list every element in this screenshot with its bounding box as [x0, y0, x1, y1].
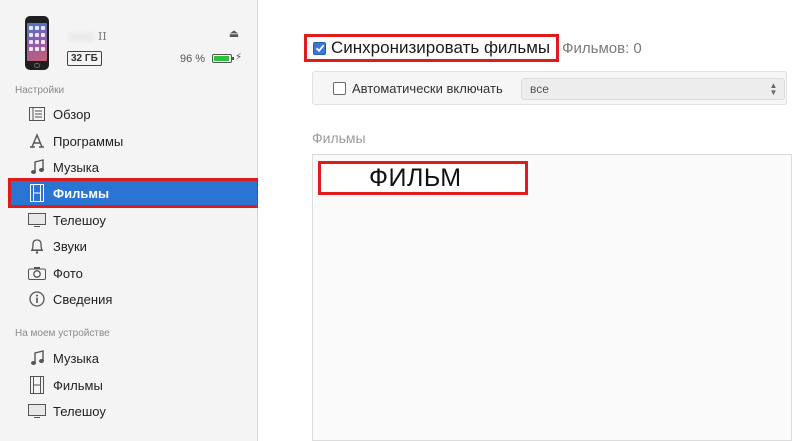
iphone-icon — [25, 16, 49, 70]
eject-icon[interactable]: ⏏ — [228, 28, 240, 40]
movie-count: Фильмов: 0 — [562, 39, 642, 57]
sidebar-item-label: Телешоу — [53, 403, 106, 419]
auto-include-checkbox[interactable] — [333, 82, 346, 95]
sidebar-item-movies[interactable]: Фильмы — [8, 178, 260, 208]
film-icon — [28, 376, 46, 394]
films-heading: Фильмы — [312, 130, 366, 146]
bell-icon — [28, 237, 46, 255]
sidebar-item-label: Телешоу — [53, 212, 106, 228]
sidebar-item-music[interactable]: Музыка — [10, 154, 258, 180]
settings-section-title: Настройки — [15, 85, 65, 96]
music-note-icon — [28, 158, 46, 176]
sidebar-item-label: Фото — [53, 265, 83, 281]
films-list[interactable]: ФИЛЬМ — [312, 154, 792, 441]
sidebar-item-label: Фильмы — [53, 377, 103, 393]
sidebar-item-label: Звуки — [53, 238, 87, 254]
updown-arrows-icon: ▲ ▼ — [769, 81, 778, 97]
sidebar-item-photos[interactable]: Фото — [10, 260, 258, 286]
sidebar-item-summary[interactable]: Обзор — [10, 101, 258, 127]
sidebar-item-label: Сведения — [53, 291, 113, 307]
device-header: II ⏏ 32 ГБ 96 % ⚡ — [0, 0, 258, 80]
info-icon — [28, 290, 46, 308]
film-entry[interactable]: ФИЛЬМ — [318, 161, 528, 195]
tv-icon — [28, 402, 46, 420]
battery-percent: 96 % — [180, 53, 206, 65]
auto-include-select[interactable]: все ▲ ▼ — [521, 78, 785, 100]
battery-icon — [212, 54, 234, 63]
sync-movies-label: Синхронизировать фильмы — [331, 38, 551, 57]
sync-movies-checkbox[interactable] — [313, 41, 326, 55]
movies-pane: Синхронизировать фильмы Фильмов: 0 Автом… — [258, 0, 795, 441]
sync-movies-toggle[interactable]: Синхронизировать фильмы — [304, 34, 560, 62]
sidebar-item-label: Фильмы — [53, 185, 110, 201]
sidebar-item-apps[interactable]: Программы — [10, 128, 258, 154]
auto-include-bar: Автоматически включать все ▲ ▼ — [312, 71, 787, 105]
checkmark-icon — [315, 44, 324, 53]
music-note-icon — [28, 349, 46, 367]
sidebar-item-tv-shows[interactable]: Телешоу — [10, 207, 258, 233]
apps-icon — [28, 132, 46, 150]
device-item-tv-shows[interactable]: Телешоу — [10, 398, 258, 424]
device-item-music[interactable]: Музыка — [10, 345, 258, 371]
sidebar: II ⏏ 32 ГБ 96 % ⚡ Настройки Обзор Програ… — [0, 0, 260, 441]
charging-bolt-icon: ⚡ — [235, 52, 243, 63]
sidebar-item-label: Музыка — [53, 159, 99, 175]
tv-icon — [28, 211, 46, 229]
summary-list-icon — [28, 105, 46, 123]
sync-row: Синхронизировать фильмы Фильмов: 0 — [304, 34, 642, 62]
auto-include-label: Автоматически включать — [352, 81, 503, 96]
capacity-badge: 32 ГБ — [67, 51, 102, 66]
sidebar-item-label: Программы — [53, 133, 124, 149]
sidebar-item-label: Обзор — [53, 106, 91, 122]
sidebar-item-info[interactable]: Сведения — [10, 286, 258, 312]
on-device-section-title: На моем устройстве — [15, 328, 110, 339]
camera-icon — [28, 264, 46, 282]
auto-include-value: все — [530, 82, 549, 96]
sidebar-item-label: Музыка — [53, 350, 99, 366]
auto-include-option[interactable]: Автоматически включать — [333, 81, 503, 96]
film-icon — [28, 184, 46, 202]
device-name[interactable]: II — [68, 30, 107, 43]
device-item-movies[interactable]: Фильмы — [10, 372, 258, 398]
sidebar-item-tones[interactable]: Звуки — [10, 233, 258, 259]
